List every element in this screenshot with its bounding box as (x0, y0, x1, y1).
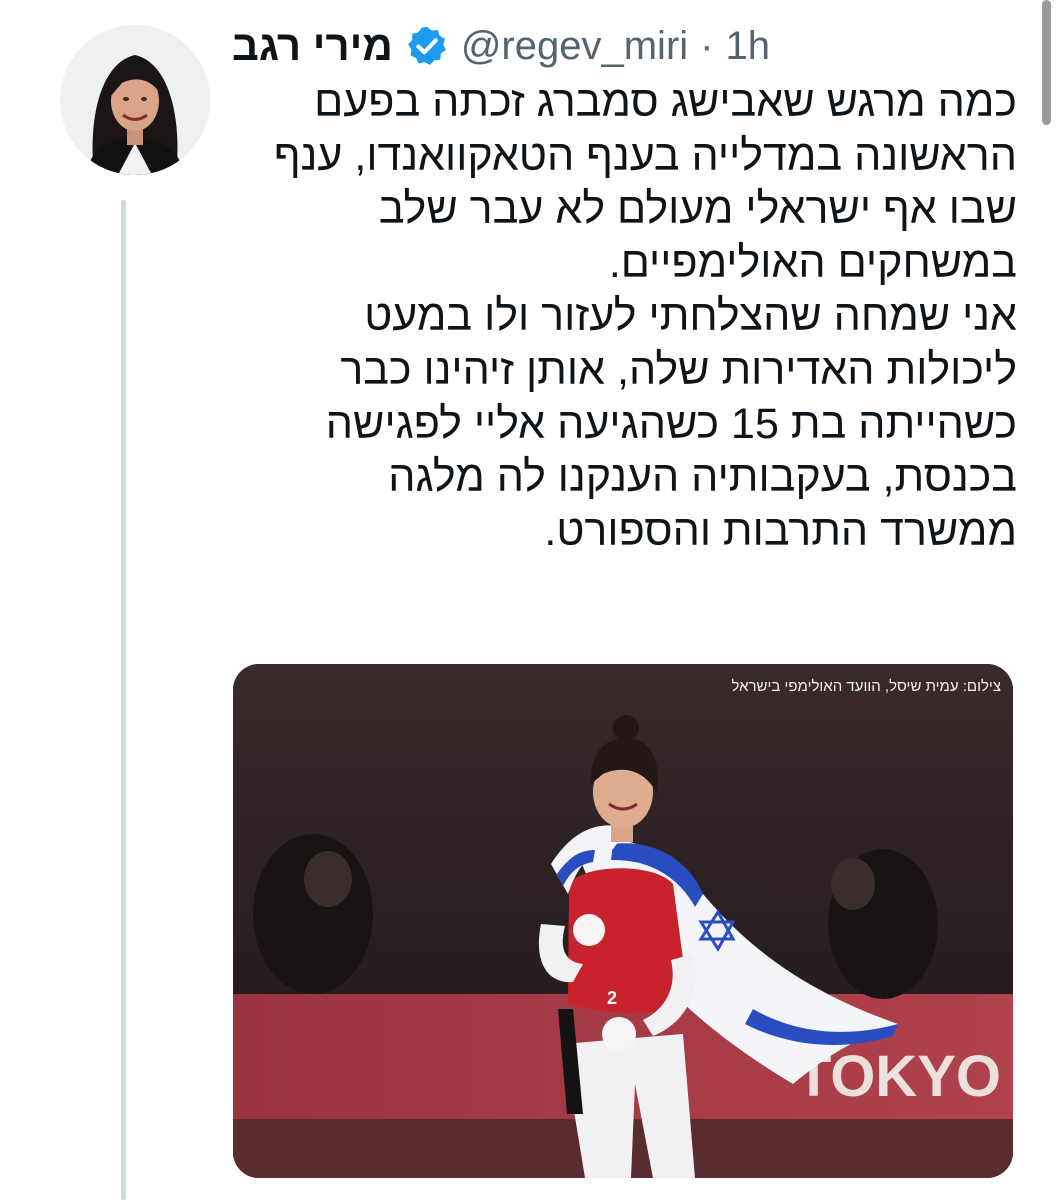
tweet-text-line: אני שמחה שהצלחתי לעזור ולו במעט (364, 292, 1017, 341)
tweet-text-line: כשהייתה בת 15 כשהגיעה אליי לפגישה (325, 399, 1017, 448)
verified-badge-icon (405, 24, 449, 68)
tweet-text: כמה מרגש שאבישג סמברג זכתה בפעם הראשונה … (232, 76, 1017, 558)
athlete-with-flag-photo: TOKYO 2 (233, 664, 1013, 1178)
tweet-text-line: ממשרד התרבות והספורט. (544, 506, 1017, 555)
author-name[interactable]: מירי רגב (232, 22, 393, 70)
tweet-text-line: כמה מרגש שאבישג סמברג זכתה בפעם (314, 78, 1017, 126)
scrollbar[interactable] (1042, 0, 1051, 125)
tweet-text-line: שבו אף ישראלי מעולם לא עבר שלב (378, 185, 1017, 234)
tweet-text-line: ליכולות האדירות שלה, אותן זיהינו כבר (340, 345, 1017, 394)
author-profile-photo (60, 25, 210, 175)
tweet-media-photo[interactable]: TOKYO 2 צילום: עמית שיסל, הוועד האולימפי… (233, 664, 1013, 1178)
meta-separator: · (700, 23, 714, 68)
tweet-text-line: בכנסת, בעקבותיה הענקנו לה מלגה (388, 453, 1017, 502)
tweet-text-line: הראשונה במדלייה בענף הטאקוואנדו, ענף (273, 131, 1017, 180)
photo-credit-caption: צילום: עמית שיסל, הוועד האולימפי בישראל (731, 678, 1001, 695)
thread-connector-line (121, 200, 126, 1200)
author-handle[interactable]: @regev_miri (461, 24, 688, 69)
tweet-text-line: במשחקים האולימפיים. (608, 238, 1017, 287)
tweet-timestamp[interactable]: 1h (725, 24, 770, 69)
avatar[interactable] (60, 25, 210, 175)
athlete-bib-number: 2 (607, 988, 617, 1008)
tweet-header: מירי רגב @regev_miri · 1h (232, 18, 1017, 74)
